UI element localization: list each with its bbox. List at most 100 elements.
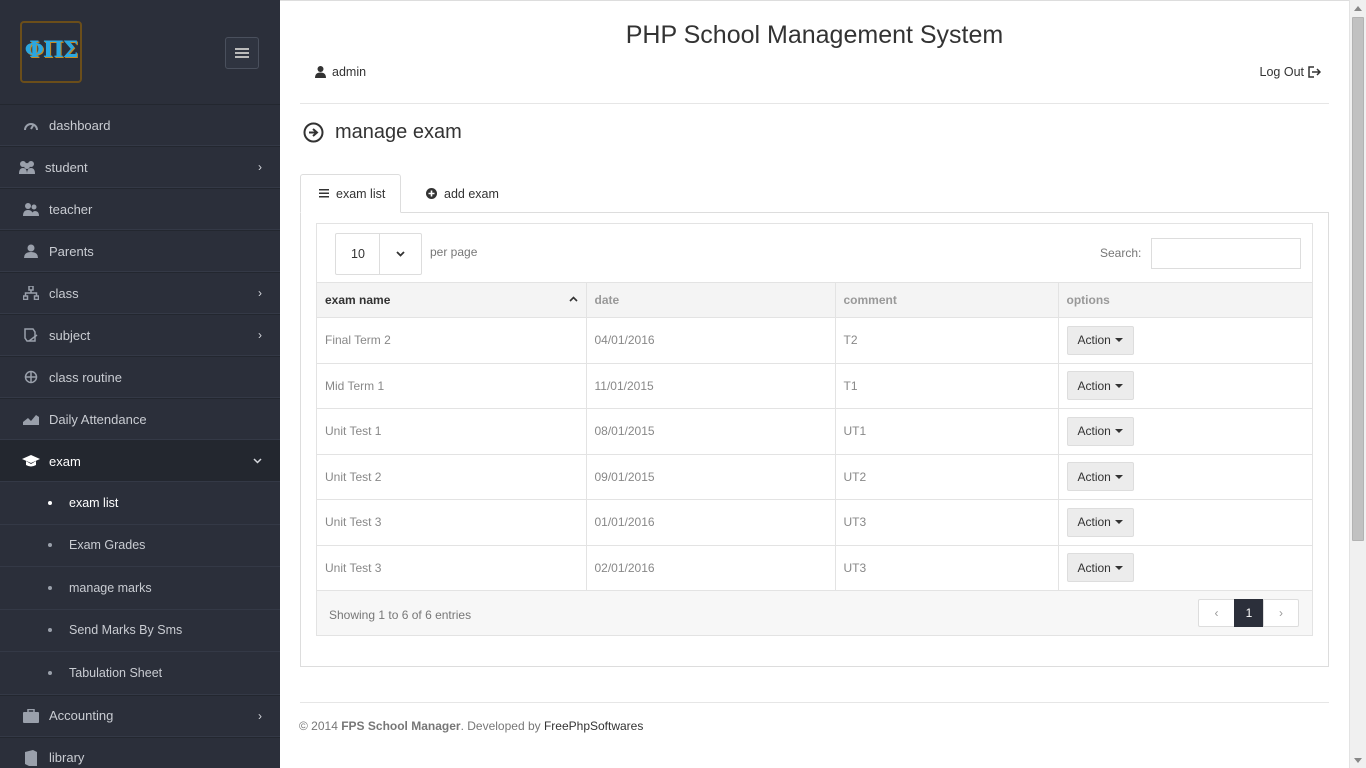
action-dropdown-button[interactable]: Action [1066, 507, 1134, 537]
per-page-select[interactable]: 10 [335, 233, 422, 275]
pagination: ‹ 1 › [1198, 599, 1299, 627]
sidebar-item-teacher[interactable]: teacher [0, 188, 280, 230]
exam-name-cell: Unit Test 1 [317, 408, 587, 455]
table-row: Unit Test 3 02/01/2016 UT3 Action [317, 545, 1312, 591]
page-title: manage exam [335, 121, 462, 143]
sidebar-item-dashboard[interactable]: dashboard [0, 104, 280, 146]
main-content: PHP School Management System admin Log O… [280, 0, 1349, 768]
sidebar-toggle-button[interactable] [225, 37, 259, 69]
exam-name-cell: Unit Test 3 [317, 499, 587, 546]
sidebar-item-label: exam [49, 453, 81, 469]
table-info: Showing 1 to 6 of 6 entries [329, 608, 472, 622]
sidebar-item-student[interactable]: student › [0, 146, 280, 188]
pagination-page-1[interactable]: 1 [1234, 599, 1264, 627]
sidebar-item-exam[interactable]: exam [0, 440, 280, 482]
sidebar-item-class[interactable]: class › [0, 272, 280, 314]
book-icon [21, 327, 41, 343]
column-header-options: options [1058, 282, 1312, 318]
logout-label: Log Out [1259, 65, 1304, 79]
sidebar-subitem-exam-list[interactable]: exam list [0, 482, 280, 525]
list-icon [319, 189, 329, 198]
options-cell: Action [1058, 408, 1312, 455]
caret-down-icon [1114, 383, 1123, 388]
sidebar-item-daily-attendance[interactable]: Daily Attendance [0, 398, 280, 440]
current-user[interactable]: admin [315, 65, 366, 79]
sidebar-item-parents[interactable]: Parents [0, 230, 280, 272]
bullet-icon [48, 670, 52, 675]
sidebar-subitem-label: exam list [69, 495, 119, 510]
sidebar-item-subject[interactable]: subject › [0, 314, 280, 356]
tab-bar: exam list add exam [300, 174, 1329, 213]
sidebar-item-label: library [49, 750, 85, 765]
sidebar-subitem-send-marks-by-sms[interactable]: Send Marks By Sms [0, 609, 280, 652]
circle-arrow-right-icon [303, 122, 324, 143]
datatable-wrapper: 10 per page Search: exam name date comme… [316, 223, 1313, 636]
app-logo[interactable]: ΦΠΣ [20, 21, 82, 83]
action-dropdown-button[interactable]: Action [1066, 416, 1134, 446]
footer-brand: FPS School Manager [341, 719, 461, 733]
action-label: Action [1077, 424, 1111, 439]
column-header-label: date [594, 293, 620, 307]
comment-cell: UT2 [835, 454, 1059, 500]
sidebar-subitem-label: manage marks [69, 580, 152, 595]
area-chart-icon [21, 411, 41, 427]
tab-add-exam[interactable]: add exam [426, 174, 499, 213]
column-header-comment[interactable]: comment [835, 282, 1059, 318]
footer-developed-by: . Developed by [460, 719, 544, 733]
date-cell: 08/01/2015 [586, 408, 836, 455]
sort-ascending-icon [568, 296, 578, 302]
comment-cell: UT3 [835, 499, 1059, 546]
sidebar-item-label: Accounting [49, 708, 114, 723]
chevron-right-icon: › [258, 160, 262, 174]
per-page-label: per page [430, 245, 478, 259]
date-cell: 02/01/2016 [586, 545, 836, 591]
options-cell: Action [1058, 363, 1312, 409]
teacher-icon [21, 201, 41, 217]
tab-exam-list[interactable]: exam list [300, 174, 401, 213]
tab-label: exam list [336, 186, 386, 201]
sidebar-subitem-tabulation-sheet[interactable]: Tabulation Sheet [0, 652, 280, 695]
sidebar-subitem-exam-grades[interactable]: Exam Grades [0, 524, 280, 567]
search-input[interactable] [1151, 238, 1301, 269]
action-dropdown-button[interactable]: Action [1066, 371, 1134, 401]
date-cell: 04/01/2016 [586, 317, 836, 364]
library-book-icon [21, 749, 41, 766]
scroll-up-arrow-icon[interactable] [1350, 0, 1366, 16]
logout-link[interactable]: Log Out [1260, 65, 1321, 79]
action-dropdown-button[interactable]: Action [1066, 553, 1134, 583]
bullet-icon [48, 628, 52, 633]
column-header-exam-name[interactable]: exam name [317, 282, 587, 318]
search-label: Search: [1100, 246, 1142, 260]
caret-down-icon [1114, 565, 1123, 570]
sidebar-item-class-routine[interactable]: class routine [0, 356, 280, 398]
dashboard-icon [21, 117, 41, 133]
column-header-date[interactable]: date [586, 282, 836, 318]
column-header-label: exam name [325, 293, 391, 307]
app-title: PHP School Management System [625, 21, 1004, 49]
sidebar-item-accounting[interactable]: Accounting › [0, 694, 280, 737]
caret-down-icon [1114, 429, 1123, 434]
divider [300, 103, 1329, 104]
footer: © 2014 FPS School Manager. Developed by … [299, 719, 643, 733]
users-icon [17, 159, 37, 175]
sidebar-item-library[interactable]: library [0, 736, 280, 768]
tab-panel: 10 per page Search: exam name date comme… [300, 212, 1329, 667]
action-label: Action [1077, 560, 1111, 575]
sidebar-item-label: class routine [49, 369, 122, 385]
action-dropdown-button[interactable]: Action [1066, 325, 1134, 355]
page-scrollbar[interactable] [1349, 0, 1366, 768]
pagination-next[interactable]: › [1263, 599, 1299, 627]
sidebar-item-label: teacher [49, 201, 93, 217]
sidebar-item-label: Daily Attendance [49, 411, 147, 427]
sidebar-subitem-label: Send Marks By Sms [69, 623, 183, 638]
scroll-down-arrow-icon[interactable] [1350, 752, 1366, 768]
sidebar-subitem-manage-marks[interactable]: manage marks [0, 567, 280, 610]
options-cell: Action [1058, 317, 1312, 364]
comment-cell: UT1 [835, 408, 1059, 455]
scrollbar-thumb[interactable] [1352, 17, 1364, 541]
comment-cell: UT3 [835, 545, 1059, 591]
footer-developer-link[interactable]: FreePhpSoftwares [544, 719, 643, 733]
exam-name-cell: Unit Test 3 [317, 545, 587, 591]
pagination-previous[interactable]: ‹ [1198, 599, 1235, 627]
action-dropdown-button[interactable]: Action [1066, 462, 1134, 492]
